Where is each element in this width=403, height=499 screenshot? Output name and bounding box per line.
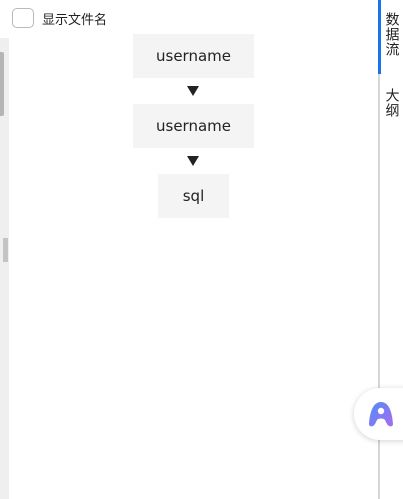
arrow-down-icon	[187, 156, 199, 166]
flow-node[interactable]: sql	[158, 174, 229, 218]
gutter-scroll-thumb[interactable]	[0, 52, 4, 116]
show-filename-option[interactable]: 显示文件名	[12, 8, 107, 28]
assistant-logo-icon	[369, 402, 393, 427]
gutter-top-spacer	[0, 0, 9, 38]
gutter-resize-handle[interactable]	[3, 238, 8, 262]
flow-node[interactable]: username	[133, 34, 254, 78]
flow-node[interactable]: username	[133, 104, 254, 148]
left-gutter	[0, 0, 9, 499]
dataflow-panel: 显示文件名 username username sql 数据流 大纲	[0, 0, 403, 499]
show-filename-checkbox[interactable]	[12, 8, 34, 28]
assistant-button[interactable]	[354, 388, 403, 440]
tab-dataflow[interactable]: 数据流	[380, 10, 403, 74]
tab-outline[interactable]: 大纲	[380, 88, 403, 124]
arrow-down-icon	[187, 86, 199, 96]
show-filename-label: 显示文件名	[42, 12, 108, 28]
